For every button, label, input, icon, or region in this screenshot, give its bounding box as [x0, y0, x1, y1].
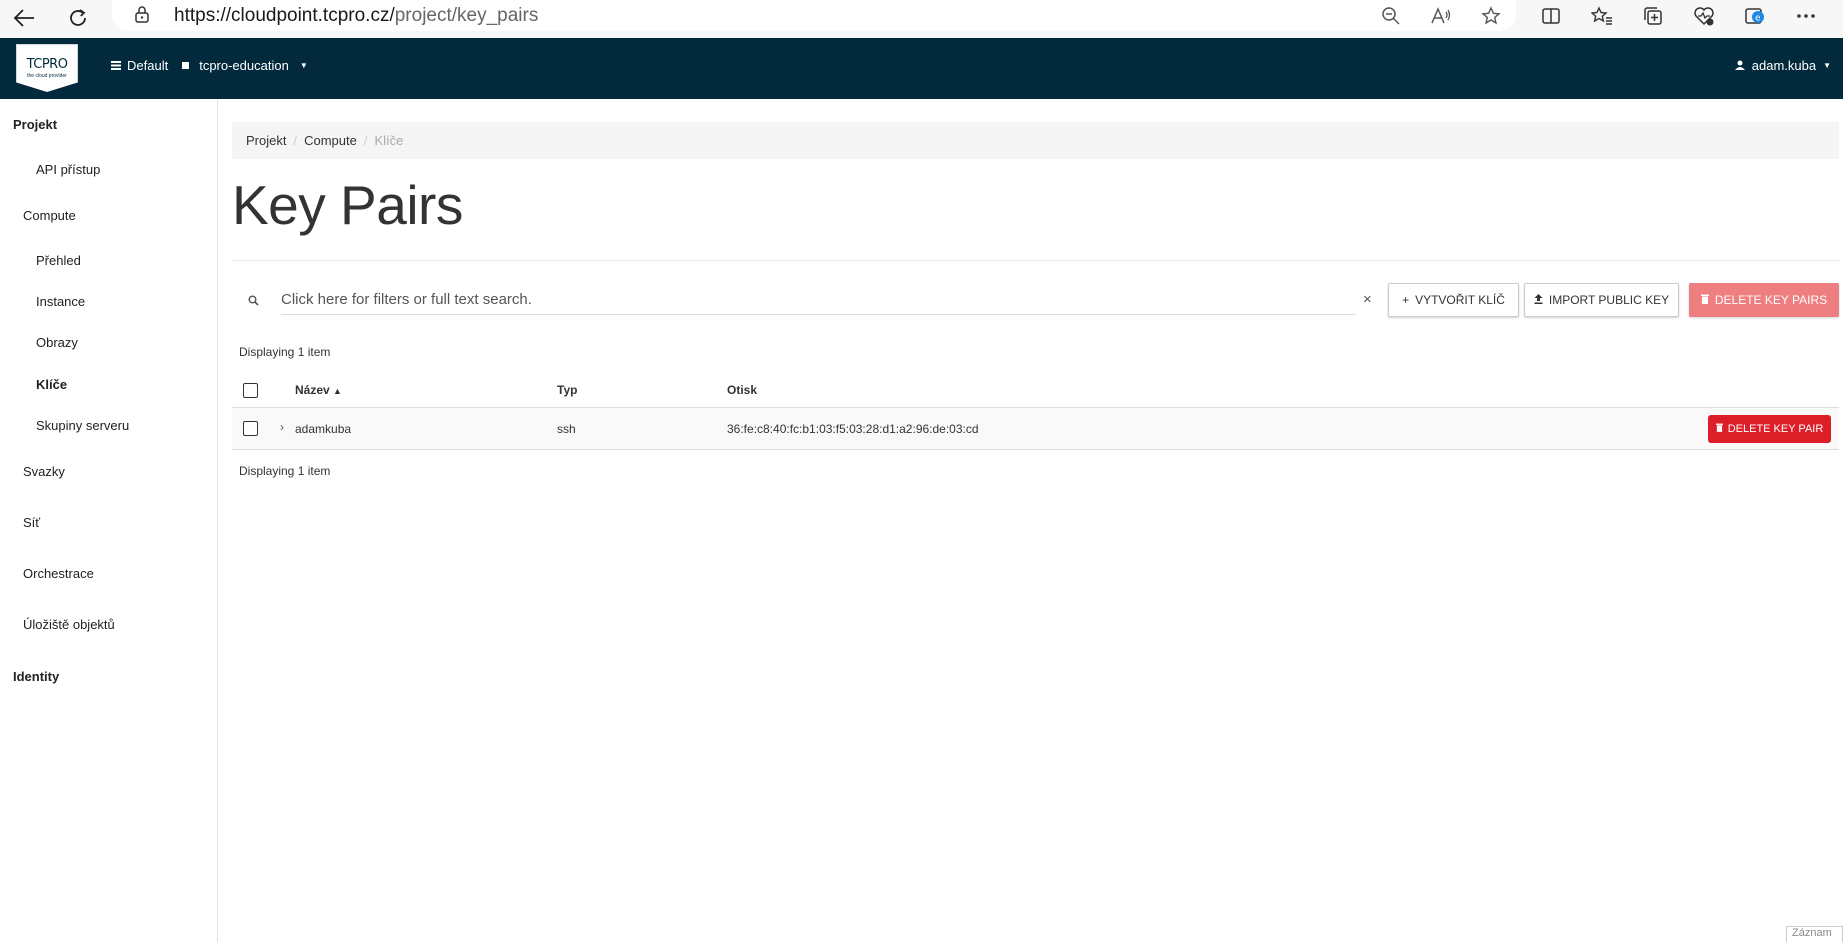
trash-icon	[1715, 423, 1723, 435]
select-all-checkbox[interactable]	[243, 383, 258, 398]
chevron-down-icon: ▼	[299, 61, 308, 70]
tcpro-logo[interactable]: TCPRO the cloud provider	[16, 44, 78, 92]
page-title: Key Pairs	[232, 174, 463, 236]
user-name: adam.kuba	[1751, 58, 1817, 73]
read-aloud-icon[interactable]	[1416, 0, 1466, 31]
svg-text:e: e	[1755, 13, 1761, 23]
sidebar-group-svazky[interactable]: Svazky	[23, 464, 65, 479]
sidebar-section-identity[interactable]: Identity	[13, 669, 59, 684]
item-count-top: Displaying 1 item	[239, 345, 331, 359]
create-key-button[interactable]: + VYTVOŘIT KLÍČ	[1388, 283, 1519, 317]
sidebar-group-sit[interactable]: Síť	[23, 515, 40, 530]
split-screen-icon[interactable]	[1525, 0, 1576, 31]
user-icon	[1734, 58, 1745, 73]
import-public-key-button[interactable]: IMPORT PUBLIC KEY	[1524, 283, 1679, 317]
sidebar-group-orchestrace[interactable]: Orchestrace	[23, 566, 94, 581]
sidebar-group-uloziste[interactable]: Úložiště objektů	[23, 617, 115, 632]
collections-icon[interactable]	[1627, 0, 1678, 31]
favorite-star-icon[interactable]	[1466, 0, 1516, 31]
clear-search-icon[interactable]: ×	[1363, 291, 1372, 308]
plus-icon: +	[1402, 293, 1410, 307]
project-name: tcpro-education	[199, 58, 289, 73]
key-name[interactable]: adamkuba	[295, 422, 351, 436]
sidebar-item-instance[interactable]: Instance	[36, 294, 85, 309]
favorites-icon[interactable]	[1576, 0, 1627, 31]
item-count-bottom: Displaying 1 item	[239, 464, 331, 478]
sidebar-item-obrazy[interactable]: Obrazy	[36, 335, 78, 350]
key-type: ssh	[557, 422, 576, 436]
delete-key-pairs-button[interactable]: DELETE KEY PAIRS	[1689, 283, 1839, 317]
domain-name: Default	[127, 58, 169, 73]
upload-icon	[1534, 293, 1543, 307]
breadcrumb-separator: /	[363, 133, 368, 148]
browser-essentials-icon[interactable]	[1678, 0, 1729, 31]
url-host: https://cloudpoint.tcpro.cz/	[174, 5, 395, 26]
zoom-out-icon[interactable]	[1366, 0, 1416, 31]
breadcrumb-separator: /	[293, 133, 298, 148]
url-path: project/key_pairs	[394, 5, 539, 26]
logo-tagline: the cloud provider	[27, 72, 67, 79]
sidebar-group-compute[interactable]: Compute	[23, 208, 76, 223]
url-text[interactable]: https://cloudpoint.tcpro.cz/project/key_…	[174, 5, 538, 27]
project-icon	[182, 62, 190, 69]
delete-key-pair-button[interactable]: DELETE KEY PAIR	[1708, 415, 1831, 443]
breadcrumb-item-projekt[interactable]: Projekt	[246, 133, 286, 148]
sidebar-item-klice[interactable]: Klíče	[36, 377, 67, 392]
refresh-icon[interactable]	[62, 2, 94, 34]
table-row: › adamkuba ssh 36:fe:c8:40:fc:b1:03:f5:0…	[232, 408, 1839, 450]
more-options-icon[interactable]	[1780, 0, 1831, 31]
breadcrumb-item-current: Klíče	[374, 133, 404, 148]
chevron-right-icon[interactable]: ›	[280, 420, 284, 434]
delete-key-pairs-label: DELETE KEY PAIRS	[1714, 293, 1828, 307]
address-bar[interactable]: https://cloudpoint.tcpro.cz/project/key_…	[112, 0, 1516, 31]
breadcrumb: Projekt / Compute / Klíče	[232, 122, 1839, 159]
delete-key-pair-label: DELETE KEY PAIR	[1727, 423, 1824, 435]
trash-icon	[1700, 293, 1709, 307]
import-public-key-label: IMPORT PUBLIC KEY	[1548, 293, 1670, 307]
create-key-label: VYTVOŘIT KLÍČ	[1415, 293, 1505, 307]
sidebar: Projekt API přístup Compute Přehled Inst…	[0, 99, 218, 942]
column-header-type: Typ	[557, 383, 578, 397]
search-input[interactable]	[281, 285, 1356, 315]
search-icon[interactable]	[248, 293, 259, 311]
row-checkbox[interactable]	[243, 421, 258, 436]
browser-toolbar: https://cloudpoint.tcpro.cz/project/key_…	[0, 0, 1843, 38]
column-name-label: Název	[295, 383, 330, 397]
breadcrumb-item-compute[interactable]: Compute	[304, 133, 357, 148]
chevron-down-icon: ▼	[1823, 61, 1831, 70]
column-header-name[interactable]: Název ▲	[295, 383, 342, 397]
sidebar-item-api-access[interactable]: API přístup	[36, 162, 100, 177]
key-fingerprint: 36:fe:c8:40:fc:b1:03:f5:03:28:d1:a2:96:d…	[727, 422, 979, 436]
table-header: Název ▲ Typ Otisk	[232, 372, 1839, 408]
project-switcher[interactable]: Default tcpro-education ▼	[111, 58, 308, 73]
corner-tab[interactable]: Záznam	[1786, 926, 1843, 942]
domain-icon	[111, 58, 121, 73]
ie-mode-icon[interactable]: e	[1729, 0, 1780, 31]
title-divider	[232, 260, 1839, 261]
sidebar-section-projekt[interactable]: Projekt	[13, 117, 57, 132]
back-icon[interactable]	[8, 2, 40, 34]
lock-icon	[134, 5, 150, 28]
user-menu[interactable]: adam.kuba ▼	[1734, 58, 1831, 73]
column-header-fingerprint: Otisk	[727, 383, 758, 397]
logo-brand: TCPRO	[26, 56, 68, 72]
app-header: TCPRO the cloud provider Default tcpro-e…	[0, 38, 1843, 99]
sidebar-item-prehled[interactable]: Přehled	[36, 253, 81, 268]
sort-asc-icon: ▲	[333, 386, 342, 396]
sidebar-item-skupiny-serveru[interactable]: Skupiny serveru	[36, 418, 129, 433]
